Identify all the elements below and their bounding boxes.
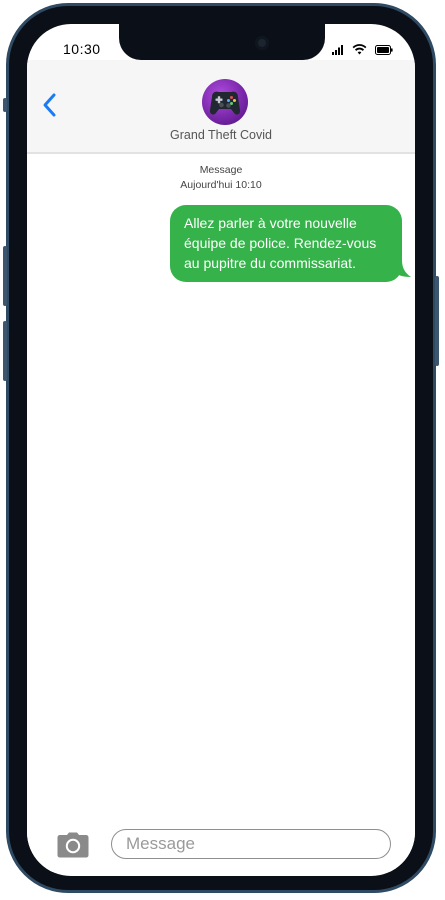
side-button-left-top <box>3 98 7 112</box>
back-button[interactable] <box>39 90 63 120</box>
side-button-left-upper <box>3 246 7 306</box>
contact-name[interactable]: Grand Theft Covid <box>27 128 415 142</box>
composer-bar <box>27 822 415 872</box>
battery-icon <box>375 44 393 55</box>
signal-icon <box>332 44 343 55</box>
service-label: Message <box>199 164 243 176</box>
notch <box>119 24 325 60</box>
side-button-right <box>435 276 439 366</box>
status-icons <box>332 44 393 55</box>
side-button-left-lower <box>3 321 7 381</box>
wifi-icon <box>352 44 367 55</box>
message-input[interactable] <box>111 829 391 859</box>
outgoing-message-bubble[interactable]: Allez parler à votre nouvelle équipe de … <box>170 205 402 282</box>
front-camera <box>255 36 269 50</box>
status-time: 10:30 <box>63 41 101 57</box>
conversation-header: Grand Theft Covid <box>27 60 415 154</box>
message-timestamp: Aujourd'hui 10:10 <box>180 179 262 191</box>
camera-icon <box>57 832 89 858</box>
contact-avatar[interactable] <box>202 79 248 125</box>
screen: 10:30 Grand Theft Covid Message Aujourd'… <box>27 24 415 876</box>
chevron-left-icon <box>43 93 56 117</box>
camera-button[interactable] <box>57 832 89 858</box>
gamepad-icon <box>209 91 241 115</box>
phone-frame: 10:30 Grand Theft Covid Message Aujourd'… <box>3 3 439 893</box>
